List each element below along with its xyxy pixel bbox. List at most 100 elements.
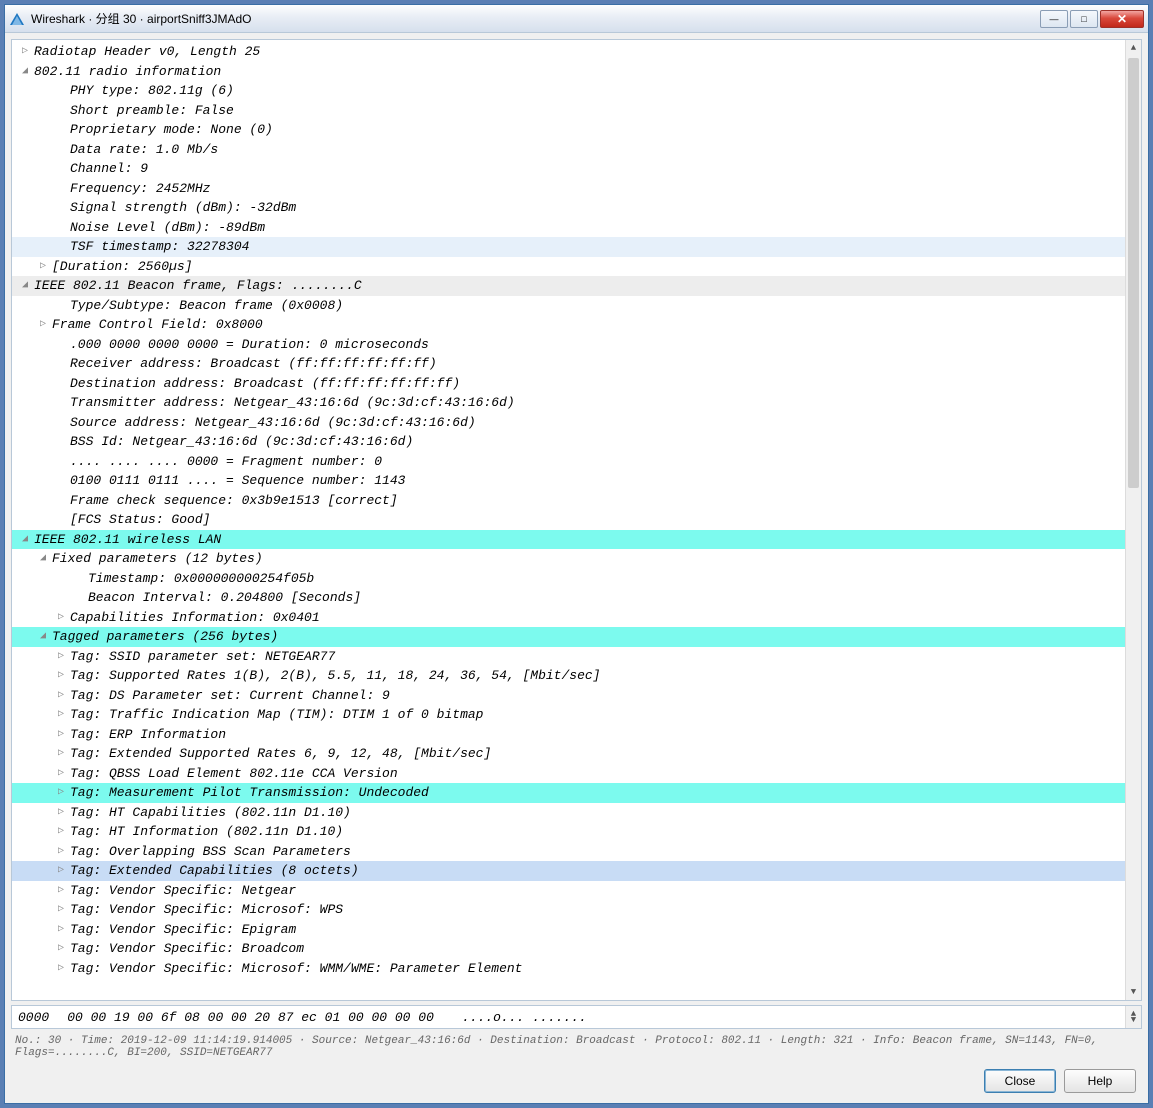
button-row: Close Help	[11, 1065, 1142, 1099]
tree-row[interactable]: 0100 0111 0111 .... = Sequence number: 1…	[12, 471, 1141, 491]
expand-icon[interactable]: ▷	[34, 315, 52, 335]
expand-icon[interactable]: ▷	[34, 257, 52, 277]
expand-icon[interactable]: ▷	[52, 959, 70, 979]
expand-icon[interactable]: ▷	[52, 920, 70, 940]
tree-label: Transmitter address: Netgear_43:16:6d (9…	[70, 393, 515, 413]
expand-icon[interactable]: ▷	[52, 744, 70, 764]
expand-icon[interactable]: ▷	[52, 666, 70, 686]
scrollbar[interactable]: ▲ ▼	[1125, 1006, 1141, 1028]
tree-row[interactable]: Frequency: 2452MHz	[12, 179, 1141, 199]
expand-icon[interactable]: ▷	[52, 842, 70, 862]
tree-label: Destination address: Broadcast (ff:ff:ff…	[70, 374, 460, 394]
expand-icon[interactable]: ▷	[52, 764, 70, 784]
tree-row[interactable]: .000 0000 0000 0000 = Duration: 0 micros…	[12, 335, 1141, 355]
scroll-up-icon[interactable]: ▲	[1126, 40, 1141, 56]
tree-row[interactable]: Type/Subtype: Beacon frame (0x0008)	[12, 296, 1141, 316]
tree-row[interactable]: ▷Tag: Extended Supported Rates 6, 9, 12,…	[12, 744, 1141, 764]
tree-row[interactable]: [FCS Status: Good]	[12, 510, 1141, 530]
expand-icon[interactable]: ▷	[52, 822, 70, 842]
content: ▷Radiotap Header v0, Length 25◢802.11 ra…	[5, 33, 1148, 1103]
tree-row[interactable]: ◢IEEE 802.11 Beacon frame, Flags: ......…	[12, 276, 1141, 296]
expand-icon[interactable]: ◢	[16, 62, 34, 82]
scroll-thumb[interactable]	[1128, 58, 1139, 488]
tree-row[interactable]: Destination address: Broadcast (ff:ff:ff…	[12, 374, 1141, 394]
expand-icon[interactable]: ◢	[34, 549, 52, 569]
tree-row[interactable]: Frame check sequence: 0x3b9e1513 [correc…	[12, 491, 1141, 511]
close-dialog-button[interactable]: Close	[984, 1069, 1056, 1093]
hex-offset: 0000	[18, 1010, 49, 1025]
scrollbar[interactable]: ▲▼	[1125, 40, 1141, 1000]
window: Wireshark · 分组 30 · airportSniff3JMAdO —…	[4, 4, 1149, 1104]
tree-row[interactable]: Data rate: 1.0 Mb/s	[12, 140, 1141, 160]
expand-icon[interactable]: ◢	[34, 627, 52, 647]
tree-row[interactable]: ▷Radiotap Header v0, Length 25	[12, 42, 1141, 62]
scroll-down-icon[interactable]: ▼	[1126, 1012, 1141, 1028]
tree-row[interactable]: Transmitter address: Netgear_43:16:6d (9…	[12, 393, 1141, 413]
tree-row[interactable]: Beacon Interval: 0.204800 [Seconds]	[12, 588, 1141, 608]
hex-pane[interactable]: 0000 00 00 19 00 6f 08 00 00 20 87 ec 01…	[11, 1005, 1142, 1029]
tree-row[interactable]: Short preamble: False	[12, 101, 1141, 121]
tree-row[interactable]: ▷Tag: SSID parameter set: NETGEAR77	[12, 647, 1141, 667]
expand-icon[interactable]: ▷	[52, 900, 70, 920]
expand-icon[interactable]: ▷	[52, 705, 70, 725]
tree-row[interactable]: ▷Tag: Measurement Pilot Transmission: Un…	[12, 783, 1141, 803]
tree-row[interactable]: Source address: Netgear_43:16:6d (9c:3d:…	[12, 413, 1141, 433]
tree-row[interactable]: ▷Tag: HT Capabilities (802.11n D1.10)	[12, 803, 1141, 823]
tree-row[interactable]: Proprietary mode: None (0)	[12, 120, 1141, 140]
tree-row[interactable]: Timestamp: 0x000000000254f05b	[12, 569, 1141, 589]
minimize-button[interactable]: —	[1040, 10, 1068, 28]
expand-icon[interactable]: ▷	[52, 725, 70, 745]
expand-icon[interactable]: ▷	[52, 803, 70, 823]
tree-label: Tag: Vendor Specific: Microsof: WMM/WME:…	[70, 959, 522, 979]
tree-row[interactable]: ▷Tag: HT Information (802.11n D1.10)	[12, 822, 1141, 842]
tree-row[interactable]: BSS Id: Netgear_43:16:6d (9c:3d:cf:43:16…	[12, 432, 1141, 452]
window-title: Wireshark · 分组 30 · airportSniff3JMAdO	[31, 10, 1040, 27]
scroll-down-icon[interactable]: ▼	[1126, 984, 1141, 1000]
maximize-button[interactable]: □	[1070, 10, 1098, 28]
tree-row[interactable]: ▷Tag: Traffic Indication Map (TIM): DTIM…	[12, 705, 1141, 725]
tree-row[interactable]: PHY type: 802.11g (6)	[12, 81, 1141, 101]
expand-icon[interactable]: ▷	[52, 939, 70, 959]
tree-row[interactable]: ▷Tag: Vendor Specific: Netgear	[12, 881, 1141, 901]
tree-row[interactable]: ▷Tag: Vendor Specific: Epigram	[12, 920, 1141, 940]
titlebar[interactable]: Wireshark · 分组 30 · airportSniff3JMAdO —…	[5, 5, 1148, 33]
expand-icon[interactable]: ▷	[52, 881, 70, 901]
expand-icon[interactable]: ▷	[52, 608, 70, 628]
tree-row[interactable]: ▷Tag: Vendor Specific: Broadcom	[12, 939, 1141, 959]
expand-icon[interactable]: ▷	[52, 647, 70, 667]
tree-row[interactable]: Channel: 9	[12, 159, 1141, 179]
tree-row[interactable]: ▷Capabilities Information: 0x0401	[12, 608, 1141, 628]
tree-row[interactable]: TSF timestamp: 32278304	[12, 237, 1141, 257]
expand-icon[interactable]: ▷	[16, 42, 34, 62]
tree-row[interactable]: ◢Fixed parameters (12 bytes)	[12, 549, 1141, 569]
expand-icon[interactable]: ▷	[52, 686, 70, 706]
tree-row[interactable]: ▷Tag: DS Parameter set: Current Channel:…	[12, 686, 1141, 706]
packet-details-tree[interactable]: ▷Radiotap Header v0, Length 25◢802.11 ra…	[11, 39, 1142, 1001]
tree-row[interactable]: ▷Tag: Supported Rates 1(B), 2(B), 5.5, 1…	[12, 666, 1141, 686]
tree-row[interactable]: Noise Level (dBm): -89dBm	[12, 218, 1141, 238]
expand-icon[interactable]: ◢	[16, 530, 34, 550]
tree-label: Proprietary mode: None (0)	[70, 120, 273, 140]
expand-icon[interactable]: ▷	[52, 783, 70, 803]
tree-row[interactable]: ▷Tag: ERP Information	[12, 725, 1141, 745]
tree-label: BSS Id: Netgear_43:16:6d (9c:3d:cf:43:16…	[70, 432, 413, 452]
tree-row[interactable]: ▷Frame Control Field: 0x8000	[12, 315, 1141, 335]
tree-row[interactable]: ▷Tag: Extended Capabilities (8 octets)	[12, 861, 1141, 881]
tree-row[interactable]: .... .... .... 0000 = Fragment number: 0	[12, 452, 1141, 472]
tree-row[interactable]: Signal strength (dBm): -32dBm	[12, 198, 1141, 218]
expand-icon[interactable]: ▷	[52, 861, 70, 881]
tree-label: Timestamp: 0x000000000254f05b	[88, 569, 314, 589]
tree-row[interactable]: ◢IEEE 802.11 wireless LAN	[12, 530, 1141, 550]
tree-row[interactable]: ▷Tag: Vendor Specific: Microsof: WMM/WME…	[12, 959, 1141, 979]
tree-row[interactable]: ◢802.11 radio information	[12, 62, 1141, 82]
status-bar: No.: 30 · Time: 2019-12-09 11:14:19.9140…	[11, 1033, 1142, 1061]
tree-row[interactable]: Receiver address: Broadcast (ff:ff:ff:ff…	[12, 354, 1141, 374]
help-button[interactable]: Help	[1064, 1069, 1136, 1093]
close-button[interactable]: ✕	[1100, 10, 1144, 28]
expand-icon[interactable]: ◢	[16, 276, 34, 296]
tree-row[interactable]: ▷Tag: Overlapping BSS Scan Parameters	[12, 842, 1141, 862]
tree-row[interactable]: ▷Tag: Vendor Specific: Microsof: WPS	[12, 900, 1141, 920]
tree-row[interactable]: ◢Tagged parameters (256 bytes)	[12, 627, 1141, 647]
tree-row[interactable]: ▷[Duration: 2560µs]	[12, 257, 1141, 277]
tree-row[interactable]: ▷Tag: QBSS Load Element 802.11e CCA Vers…	[12, 764, 1141, 784]
